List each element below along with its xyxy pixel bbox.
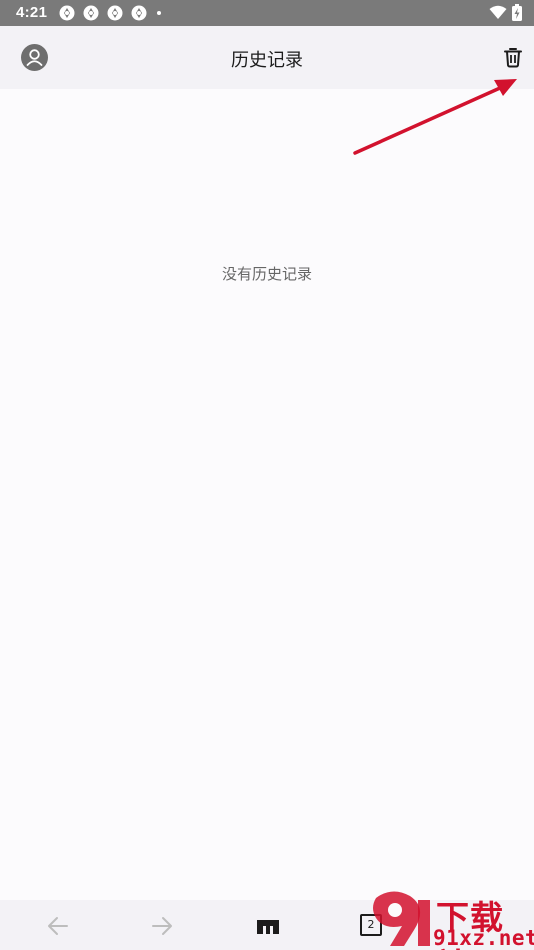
aperture-icon [107,5,123,21]
status-bar: 4:21 [0,0,534,26]
wifi-icon [489,5,507,19]
system-icons [489,4,522,21]
battery-charging-icon [512,4,522,21]
arrow-left-icon [48,917,68,935]
maxthon-logo-icon [257,920,279,934]
aperture-icon [59,5,75,21]
history-list: 没有历史记录 [0,89,534,900]
arrow-right-icon [152,917,172,935]
empty-state-message: 没有历史记录 [221,265,312,283]
notification-icons [59,5,161,21]
app-bar: 历史记录 [0,26,534,89]
trash-icon[interactable] [502,46,524,68]
status-time: 4:21 [16,4,48,21]
aperture-icon [83,5,99,21]
more-notifications-dot [157,11,161,15]
home-button[interactable] [255,913,281,939]
forward-button[interactable] [149,913,175,939]
history-page: 4:21 历史记录 没有历史记录 2 下载 91xz.net [0,0,534,950]
aperture-icon [131,5,147,21]
page-title: 历史记录 [231,50,303,71]
watermark-bottom-text: 91xz.net [433,926,534,950]
back-button[interactable] [45,913,71,939]
